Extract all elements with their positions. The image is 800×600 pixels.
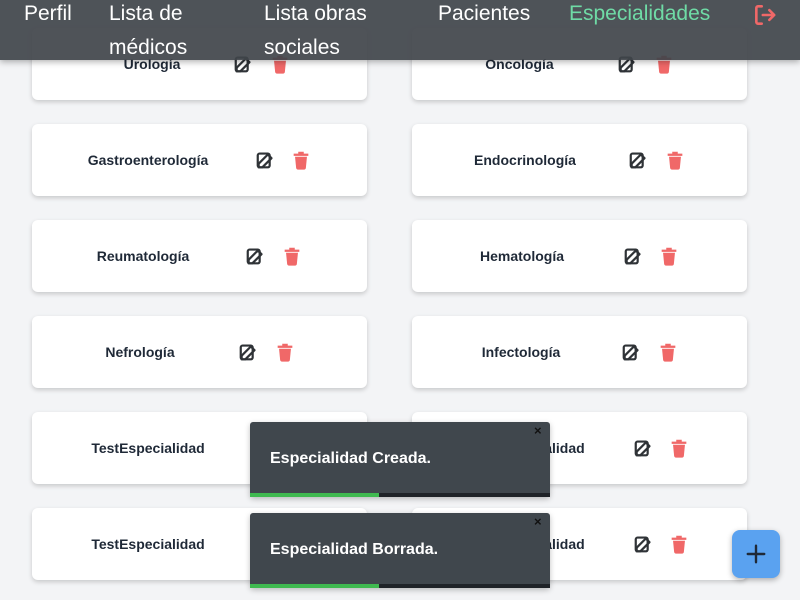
edit-button[interactable]: [237, 340, 261, 364]
specialty-card: Endocrinología: [412, 124, 747, 196]
toast-notification: Especialidad Borrada. ×: [250, 513, 550, 588]
add-specialty-button[interactable]: [732, 530, 780, 578]
specialty-name: Reumatología: [96, 248, 190, 264]
specialty-card: Reumatología: [32, 220, 367, 292]
logout-button[interactable]: [752, 2, 778, 28]
nav-item-pacientes[interactable]: Pacientes: [438, 0, 548, 31]
nav-item-lista-obras-sociales[interactable]: Lista obras sociales: [264, 0, 394, 65]
specialty-card: Infectología: [412, 316, 747, 388]
specialty-name: Hematología: [479, 248, 564, 264]
edit-icon: [622, 344, 639, 361]
toast-progress-track: [250, 493, 550, 497]
trash-icon: [277, 343, 293, 362]
edit-icon: [239, 344, 256, 361]
edit-button[interactable]: [244, 244, 268, 268]
trash-icon: [284, 247, 300, 266]
edit-button[interactable]: [632, 436, 656, 460]
trash-icon: [660, 343, 676, 362]
edit-button[interactable]: [620, 340, 644, 364]
edit-icon: [246, 248, 263, 265]
delete-button[interactable]: [289, 148, 313, 172]
specialty-name: Gastroenterología: [87, 152, 209, 168]
top-navbar: Perfil Lista de médicos Lista obras soci…: [0, 0, 800, 60]
delete-button[interactable]: [273, 340, 297, 364]
delete-button[interactable]: [656, 340, 680, 364]
logout-icon: [755, 5, 776, 25]
specialty-name: TestEspecialidad: [91, 440, 205, 456]
delete-button[interactable]: [663, 148, 687, 172]
specialty-card: Gastroenterología: [32, 124, 367, 196]
trash-icon: [667, 151, 683, 170]
edit-button[interactable]: [632, 532, 656, 556]
specialty-card: Nefrología: [32, 316, 367, 388]
edit-icon: [634, 440, 651, 457]
delete-button[interactable]: [667, 532, 691, 556]
nav-item-lista-medicos[interactable]: Lista de médicos: [109, 0, 219, 65]
trash-icon: [661, 247, 677, 266]
toast-close-button[interactable]: ×: [534, 424, 544, 437]
specialty-name: TestEspecialidad: [91, 536, 205, 552]
delete-button[interactable]: [280, 244, 304, 268]
toast-close-button[interactable]: ×: [534, 515, 544, 528]
edit-button[interactable]: [254, 148, 278, 172]
toast-message: Especialidad Creada.: [270, 450, 431, 467]
edit-button[interactable]: [627, 148, 651, 172]
edit-button[interactable]: [622, 244, 646, 268]
edit-icon: [624, 248, 641, 265]
edit-icon: [629, 152, 646, 169]
toast-progress-bar: [250, 584, 379, 588]
trash-icon: [293, 151, 309, 170]
toast-progress-track: [250, 584, 550, 588]
trash-icon: [671, 535, 687, 554]
toast-message: Especialidad Borrada.: [270, 541, 439, 558]
nav-item-perfil[interactable]: Perfil: [24, 0, 94, 31]
toast-notification: Especialidad Creada. ×: [250, 422, 550, 497]
edit-icon: [256, 152, 273, 169]
delete-button[interactable]: [657, 244, 681, 268]
nav-item-especialidades[interactable]: Especialidades: [569, 0, 739, 31]
specialty-name: Infectología: [481, 344, 561, 360]
plus-icon: [746, 544, 766, 564]
toast-progress-bar: [250, 493, 379, 497]
edit-icon: [634, 536, 651, 553]
delete-button[interactable]: [667, 436, 691, 460]
trash-icon: [671, 439, 687, 458]
specialty-name: Endocrinología: [474, 152, 576, 168]
specialty-name: Nefrología: [105, 344, 175, 360]
specialty-card: Hematología: [412, 220, 747, 292]
